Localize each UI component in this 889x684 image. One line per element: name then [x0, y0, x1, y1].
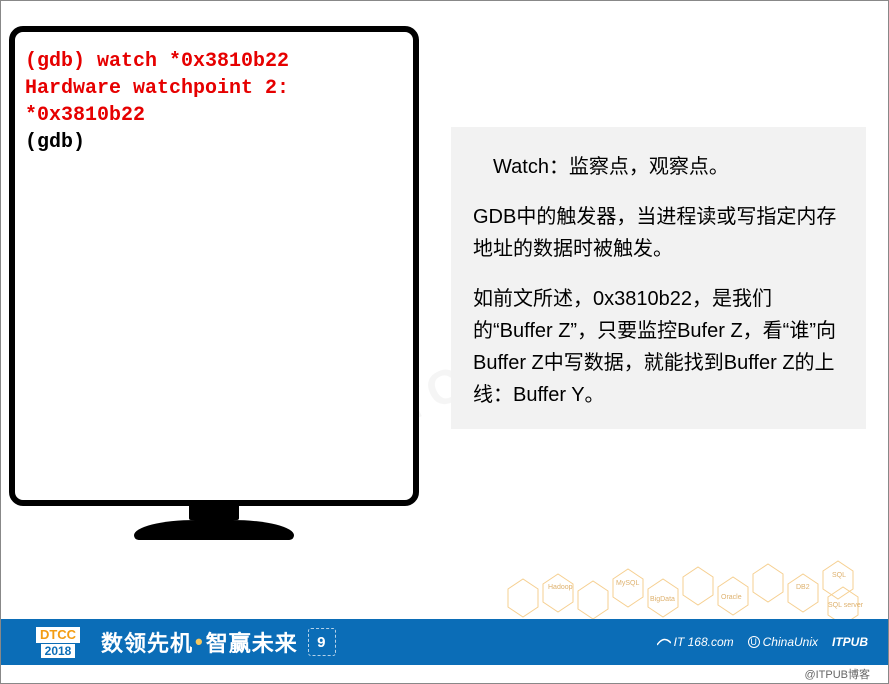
description-p1: Watch：监察点，观察点。	[473, 151, 846, 183]
description-p3: 如前文所述，0x3810b22，是我们的“Buffer Z”，只要监控Bufer…	[473, 283, 846, 411]
sponsor-label: IT 168.com	[674, 635, 734, 649]
attribution-text: @ITPUB博客	[804, 666, 870, 682]
sponsor-it168: IT 168.com	[657, 635, 734, 649]
nine-badge: 9	[308, 628, 336, 656]
footer-bar: DTCC 2018 数领先机 • 智赢未来 9 IT 168.com U Chi…	[1, 619, 888, 665]
swoosh-icon	[657, 637, 671, 647]
slogan-part-a: 数领先机	[101, 626, 193, 658]
hex-label: Hadoop	[548, 584, 573, 591]
hex-label: BigData	[650, 596, 675, 603]
slogan-dot: •	[195, 629, 204, 655]
sponsor-logos: IT 168.com U ChinaUnix ITPUB	[657, 635, 868, 649]
hex-label: SQL server	[828, 602, 864, 609]
terminal-line-1: (gdb) watch *0x3810b22	[25, 48, 403, 75]
dtcc-badge: DTCC 2018	[29, 624, 87, 660]
monitor-stand-base	[134, 520, 294, 540]
hex-label: Oracle	[721, 594, 742, 601]
footer-slogan: 数领先机 • 智赢未来 9	[101, 626, 336, 658]
description-p2: GDB中的触发器，当进程读或写指定内存地址的数据时被触发。	[473, 201, 846, 265]
badge-top: DTCC	[36, 627, 80, 643]
description-panel: Watch：监察点，观察点。 GDB中的触发器，当进程读或写指定内存地址的数据时…	[451, 127, 866, 429]
sponsor-label: ChinaUnix	[763, 635, 818, 649]
badge-bottom: 2018	[41, 644, 76, 658]
sponsor-chinaunix: U ChinaUnix	[748, 635, 818, 649]
hex-label: MySQL	[616, 580, 639, 587]
monitor-stand-neck	[189, 506, 239, 520]
hexagon-background: Hadoop MySQL BigData Oracle DB2 SQL SQL …	[448, 529, 888, 619]
terminal-line-4: (gdb)	[25, 129, 403, 156]
slogan-part-b: 智赢未来	[206, 626, 298, 658]
sponsor-itpub: ITPUB	[832, 635, 868, 649]
monitor-terminal: (gdb) watch *0x3810b22 Hardware watchpoi…	[9, 26, 419, 540]
hex-label: SQL	[832, 572, 846, 579]
terminal-line-3: *0x3810b22	[25, 102, 403, 129]
hex-label: DB2	[796, 584, 810, 591]
terminal-line-2: Hardware watchpoint 2:	[25, 75, 403, 102]
terminal-screen: (gdb) watch *0x3810b22 Hardware watchpoi…	[9, 26, 419, 506]
u-icon: U	[748, 636, 760, 648]
